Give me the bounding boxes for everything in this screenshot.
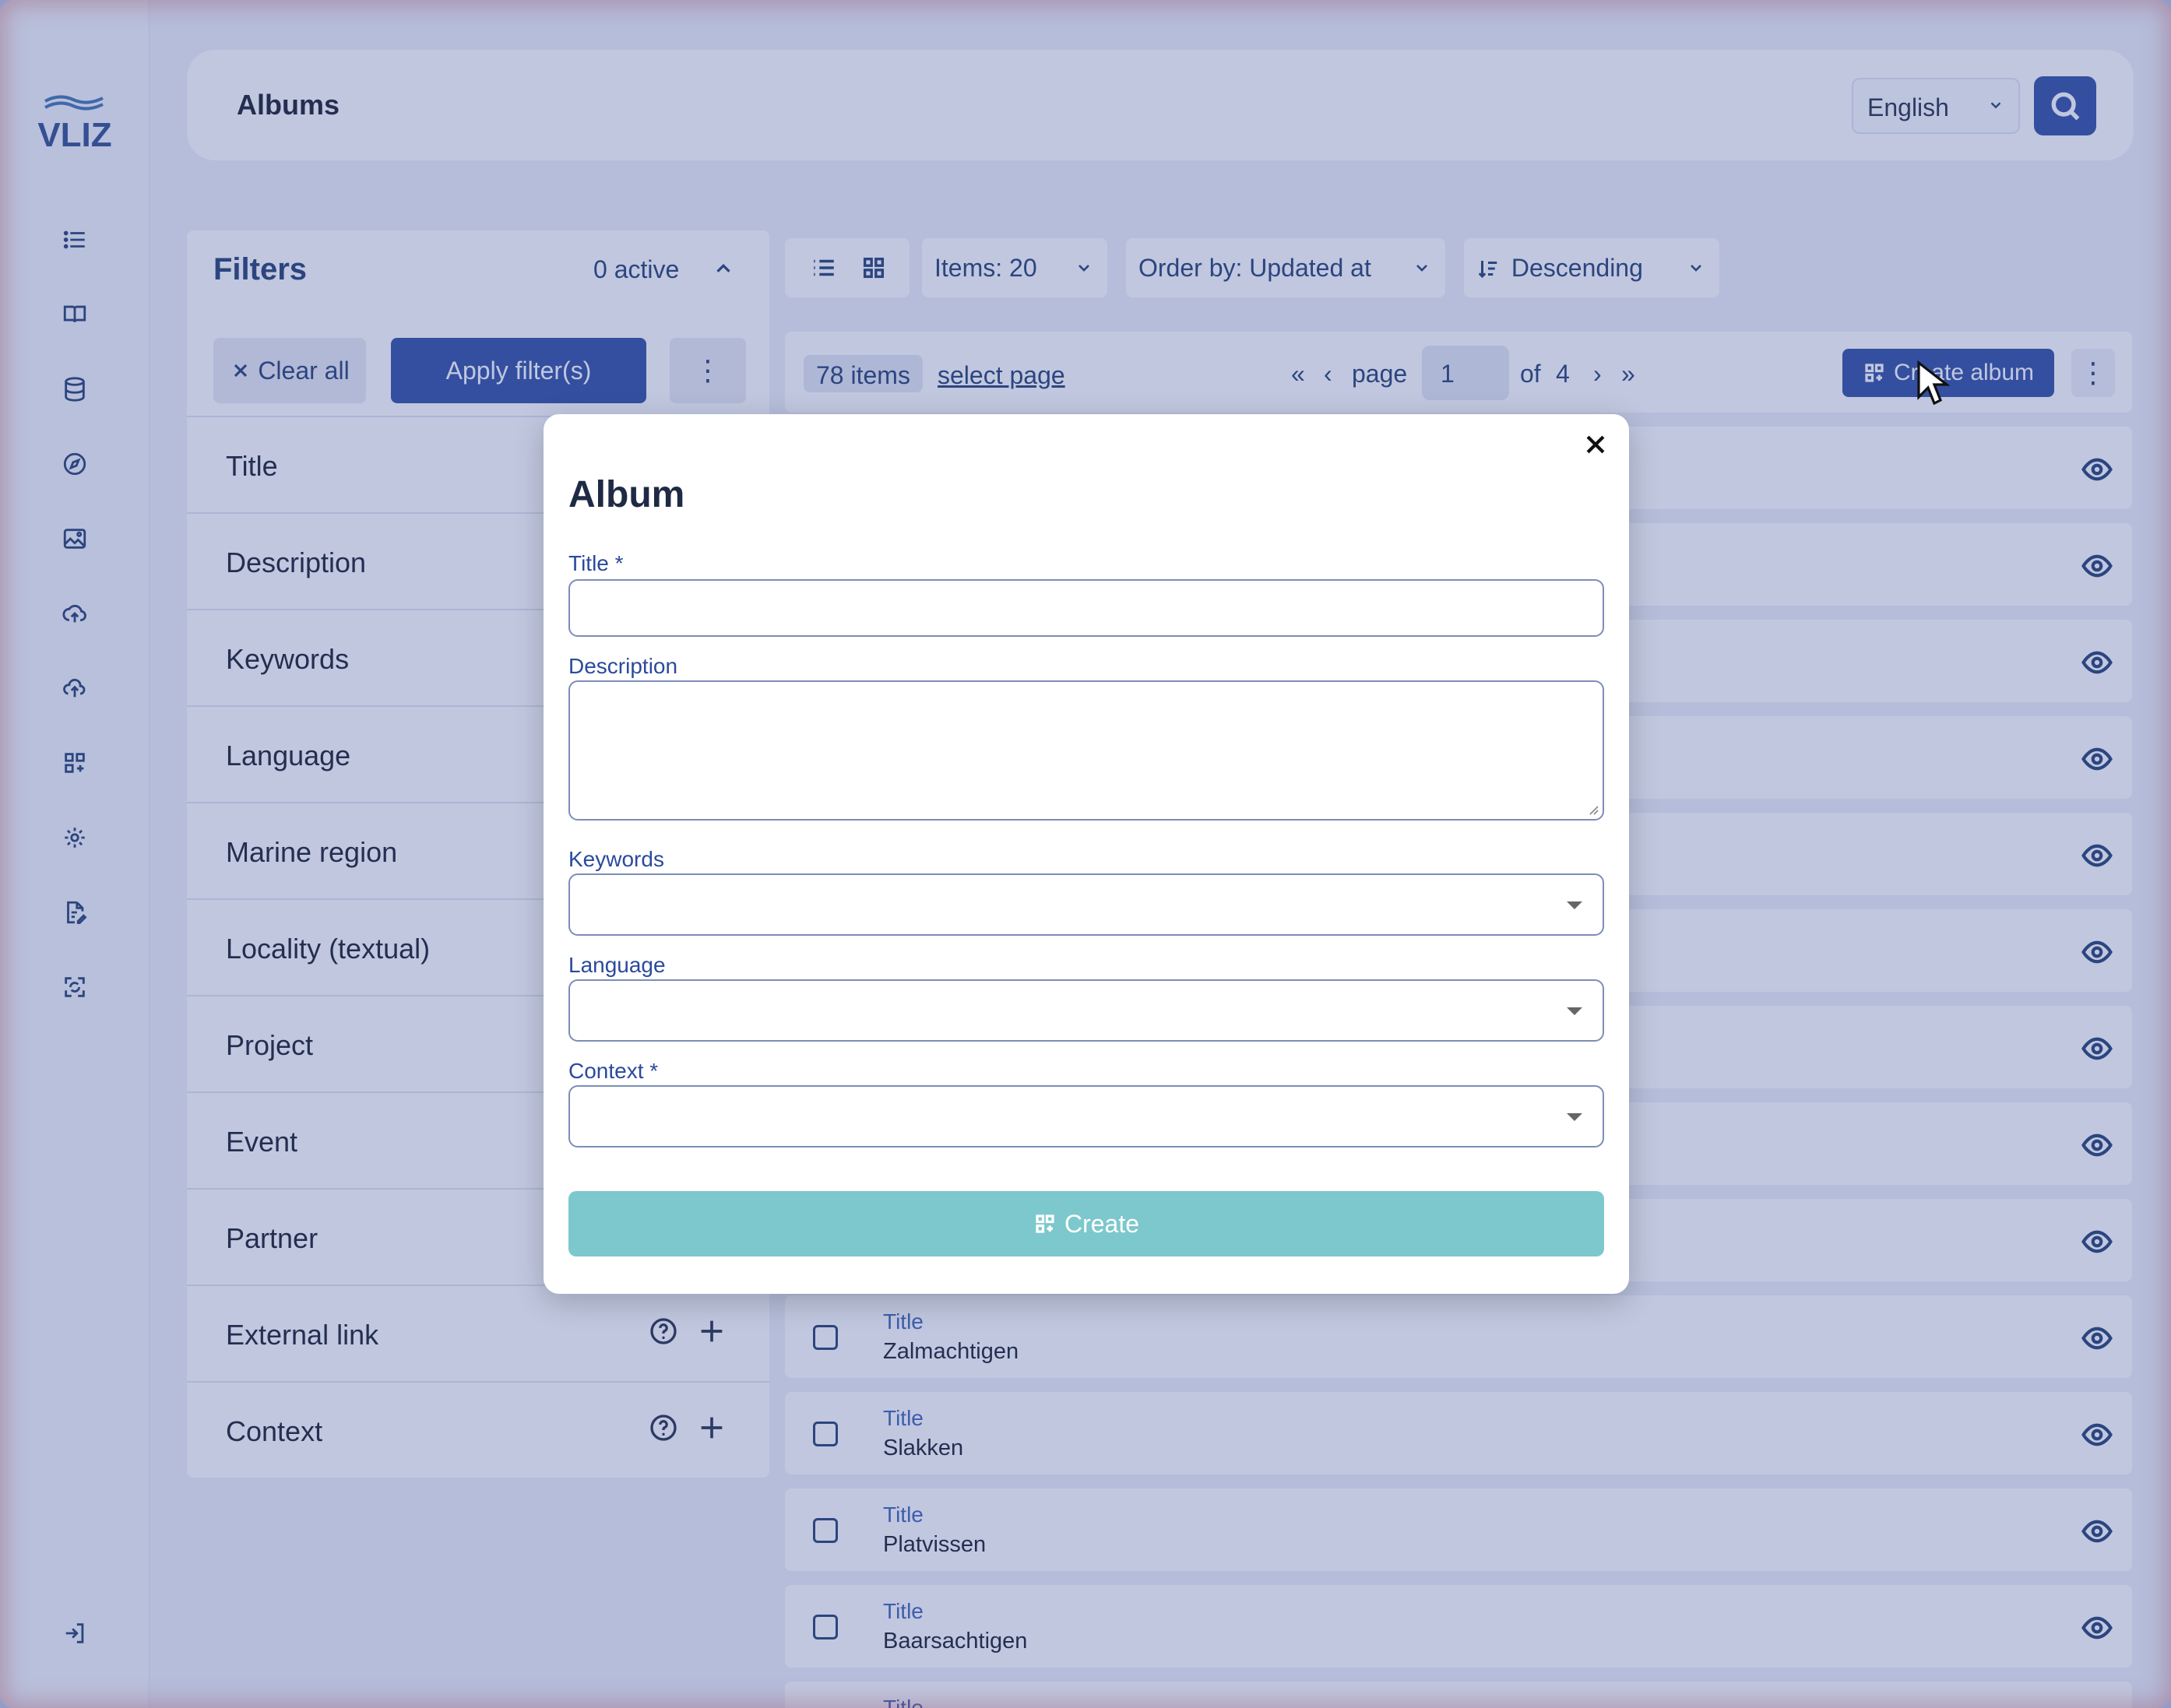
keywords-field-label: Keywords <box>568 847 664 871</box>
mouse-cursor-icon <box>1917 360 1950 406</box>
language-field-label: Language <box>568 953 666 977</box>
title-field[interactable] <box>568 579 1604 637</box>
keywords-select[interactable] <box>568 873 1604 936</box>
grid-plus-icon <box>1036 1214 1054 1233</box>
resize-handle-icon[interactable] <box>1585 802 1599 816</box>
description-field-label: Description <box>568 654 678 678</box>
dropdown-caret-icon <box>1567 1113 1582 1121</box>
title-field-label: Title * <box>568 551 624 575</box>
dropdown-caret-icon <box>1567 901 1582 909</box>
album-dialog: Album Title * Description Keywords Langu… <box>544 414 1629 1294</box>
create-label: Create <box>1064 1209 1140 1238</box>
dropdown-caret-icon <box>1567 1007 1582 1015</box>
context-select[interactable] <box>568 1085 1604 1147</box>
context-field-label: Context * <box>568 1059 659 1083</box>
language-field-select[interactable] <box>568 979 1604 1042</box>
dialog-title: Album <box>568 474 685 515</box>
description-field[interactable] <box>568 680 1604 821</box>
close-icon <box>1586 435 1605 454</box>
create-button[interactable]: Create <box>568 1191 1604 1256</box>
close-dialog-button[interactable] <box>1579 428 1612 461</box>
